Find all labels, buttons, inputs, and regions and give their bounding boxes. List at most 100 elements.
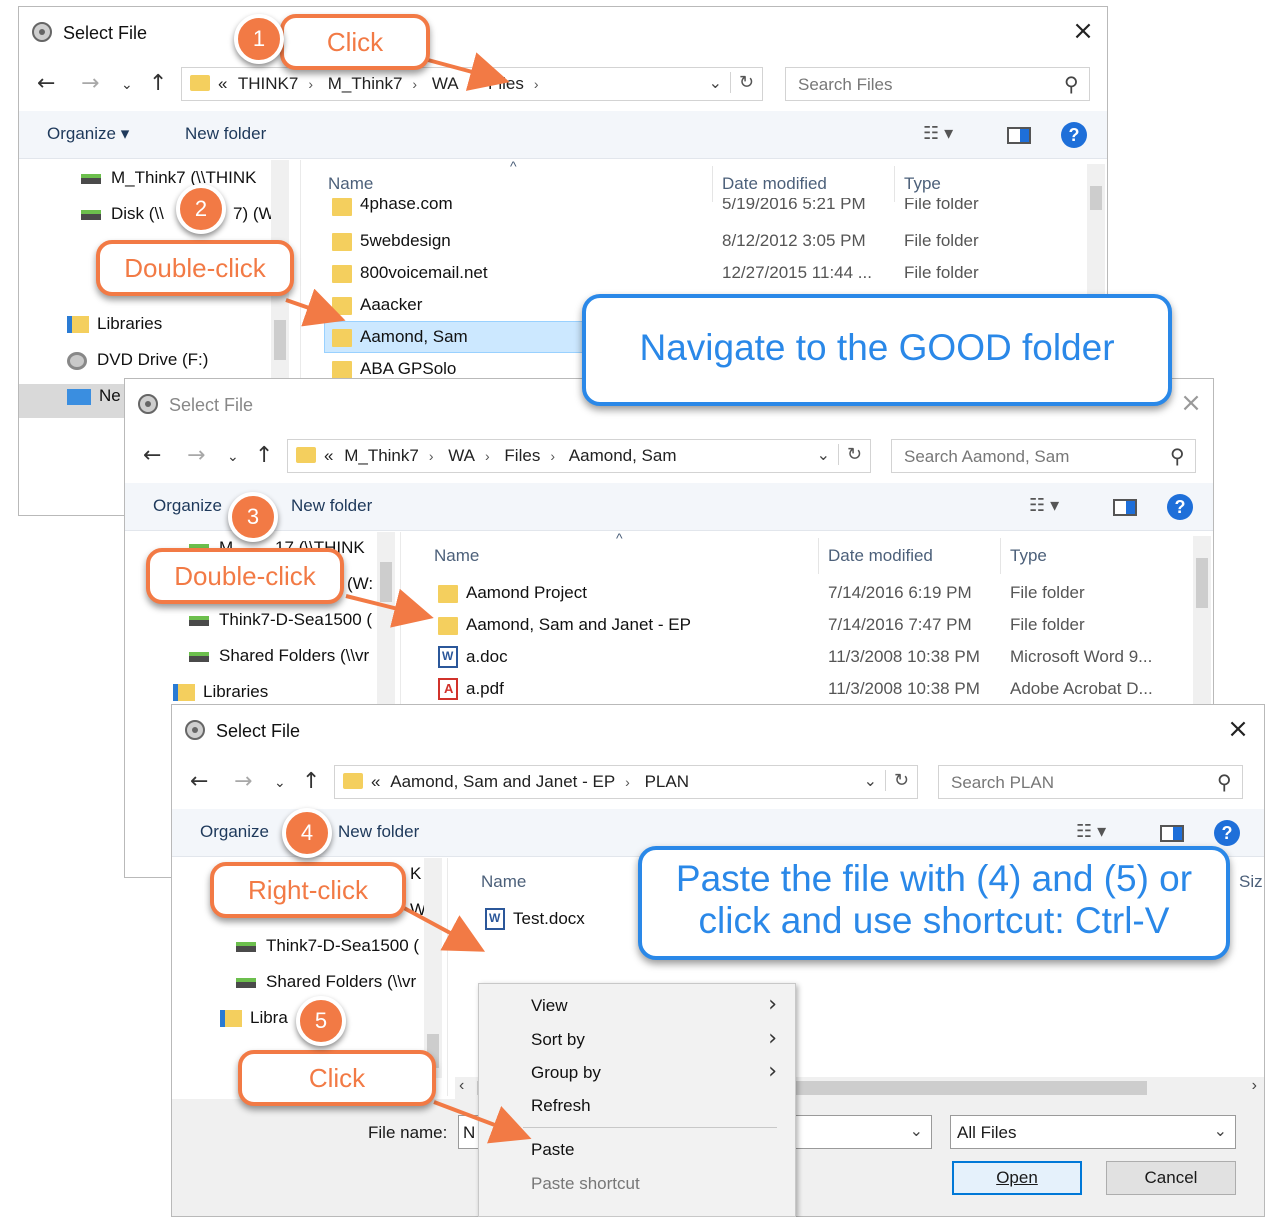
- chevron-down-icon[interactable]: ⌄: [1214, 1121, 1227, 1141]
- file-row-selected[interactable]: Aamond, Sam: [324, 321, 588, 353]
- recent-chevron-icon[interactable]: ⌄: [227, 449, 239, 465]
- forward-arrow-icon[interactable]: →: [81, 71, 99, 96]
- help-icon[interactable]: ?: [1167, 494, 1193, 520]
- scroll-thumb[interactable]: [380, 562, 392, 602]
- chevron-right-icon[interactable]: ›: [550, 448, 555, 464]
- preview-pane-icon[interactable]: [1113, 499, 1137, 516]
- file-type-select[interactable]: All Files ⌄: [950, 1115, 1236, 1149]
- refresh-icon[interactable]: ↻: [729, 72, 754, 93]
- organize-button[interactable]: Organize: [153, 496, 222, 516]
- chevron-right-icon[interactable]: ›: [308, 76, 313, 92]
- breadcrumb-overflow[interactable]: «: [324, 446, 333, 465]
- scroll-thumb[interactable]: [1090, 186, 1102, 210]
- file-row[interactable]: 5webdesign 8/12/2012 3:05 PM File folder: [326, 226, 1086, 256]
- scroll-thumb[interactable]: [1196, 558, 1208, 608]
- address-bar[interactable]: « M_Think7 › WA › Files › Aamond, Sam ⌄ ↻: [287, 439, 871, 473]
- menu-item-group-by[interactable]: Group by: [531, 1063, 601, 1083]
- chevron-right-icon[interactable]: ›: [485, 448, 490, 464]
- search-input[interactable]: Search Files ⚲: [785, 67, 1090, 101]
- nav-item-dvd[interactable]: DVD Drive (F:): [67, 350, 208, 370]
- recent-chevron-icon[interactable]: ⌄: [121, 77, 133, 93]
- scroll-left-icon[interactable]: ‹: [459, 1077, 464, 1095]
- file-row[interactable]: Aamond, Sam and Janet - EP 7/14/2016 7:47…: [432, 610, 1192, 640]
- preview-pane-icon[interactable]: [1160, 825, 1184, 842]
- address-bar[interactable]: « THINK7 › M_Think7 › WA › Files › ⌄ ↻: [181, 67, 763, 101]
- column-header-type[interactable]: Type: [904, 174, 941, 194]
- chevron-right-icon[interactable]: ›: [534, 76, 539, 92]
- nav-item-drive[interactable]: Think7-D-Sea1500 (: [189, 610, 372, 630]
- breadcrumb-item[interactable]: Files: [504, 446, 540, 465]
- nav-item-drive[interactable]: Disk (\\: [81, 204, 164, 224]
- breadcrumb-item[interactable]: WA: [448, 446, 475, 465]
- open-button[interactable]: Open: [952, 1161, 1082, 1195]
- column-divider[interactable]: [1000, 538, 1001, 574]
- nav-item-libraries[interactable]: Libra: [220, 1008, 288, 1028]
- view-options-icon[interactable]: ☷ ▾: [1029, 495, 1059, 516]
- nav-scrollbar[interactable]: [377, 532, 395, 712]
- breadcrumb-item[interactable]: Aamond, Sam: [569, 446, 677, 465]
- breadcrumb-item[interactable]: M_Think7: [344, 446, 419, 465]
- list-scrollbar[interactable]: [1193, 536, 1211, 716]
- file-row[interactable]: 4phase.com 5/19/2016 5:21 PM File folder: [326, 198, 1086, 220]
- view-options-icon[interactable]: ☷ ▾: [923, 123, 953, 144]
- organize-button[interactable]: Organize: [200, 822, 269, 842]
- refresh-icon[interactable]: ↻: [837, 444, 862, 465]
- refresh-icon[interactable]: ↻: [884, 770, 909, 791]
- back-arrow-icon[interactable]: ←: [37, 71, 55, 96]
- close-icon[interactable]: ×: [1069, 17, 1097, 45]
- column-divider[interactable]: [712, 166, 713, 202]
- help-icon[interactable]: ?: [1061, 122, 1087, 148]
- back-arrow-icon[interactable]: ←: [143, 443, 161, 468]
- menu-item-paste[interactable]: Paste: [531, 1140, 574, 1160]
- breadcrumb-item[interactable]: Aamond, Sam and Janet - EP: [390, 772, 615, 791]
- up-arrow-icon[interactable]: ↑: [149, 71, 167, 96]
- back-arrow-icon[interactable]: ←: [190, 769, 208, 794]
- organize-button[interactable]: Organize ▾: [47, 124, 129, 144]
- chevron-right-icon[interactable]: ›: [469, 76, 474, 92]
- close-icon[interactable]: ×: [1177, 389, 1205, 417]
- column-header-date[interactable]: Date modified: [722, 174, 827, 194]
- breadcrumb-item[interactable]: PLAN: [645, 772, 689, 791]
- breadcrumb-item[interactable]: WA: [432, 74, 459, 93]
- chevron-down-icon[interactable]: ⌄: [817, 445, 830, 465]
- cancel-button[interactable]: Cancel: [1106, 1161, 1236, 1195]
- breadcrumb-overflow[interactable]: «: [371, 772, 380, 791]
- column-header-type[interactable]: Type: [1010, 546, 1047, 566]
- close-icon[interactable]: ×: [1224, 715, 1252, 743]
- chevron-down-icon[interactable]: ⌄: [910, 1121, 923, 1141]
- preview-pane-icon[interactable]: [1007, 127, 1031, 144]
- forward-arrow-icon[interactable]: →: [234, 769, 252, 794]
- breadcrumb-item[interactable]: Files: [488, 74, 524, 93]
- nav-item-drive[interactable]: Shared Folders (\\vr: [189, 646, 369, 666]
- column-header-name[interactable]: Name: [434, 546, 479, 566]
- recent-chevron-icon[interactable]: ⌄: [274, 775, 286, 791]
- chevron-down-icon[interactable]: ⌄: [864, 771, 877, 791]
- menu-item-refresh[interactable]: Refresh: [531, 1096, 591, 1116]
- forward-arrow-icon[interactable]: →: [187, 443, 205, 468]
- nav-item-drive[interactable]: Think7-D-Sea1500 (: [236, 936, 419, 956]
- column-header-name[interactable]: Name: [481, 872, 526, 892]
- file-row[interactable]: a.doc11/3/2008 10:38 PMMicrosoft Word 9.…: [432, 642, 1192, 672]
- chevron-right-icon[interactable]: ›: [625, 774, 630, 790]
- breadcrumb-overflow[interactable]: «: [218, 74, 227, 93]
- view-options-icon[interactable]: ☷ ▾: [1076, 821, 1106, 842]
- file-row[interactable]: a.pdf11/3/2008 10:38 PMAdobe Acrobat D..…: [432, 674, 1192, 704]
- help-icon[interactable]: ?: [1214, 820, 1240, 846]
- breadcrumb-item[interactable]: M_Think7: [328, 74, 403, 93]
- menu-item-view[interactable]: View: [531, 996, 568, 1016]
- column-header-size[interactable]: Siz: [1239, 872, 1263, 892]
- column-header-date[interactable]: Date modified: [828, 546, 933, 566]
- up-arrow-icon[interactable]: ↑: [255, 443, 273, 468]
- chevron-right-icon[interactable]: ›: [412, 76, 417, 92]
- up-arrow-icon[interactable]: ↑: [302, 769, 320, 794]
- new-folder-button[interactable]: New folder: [185, 124, 266, 144]
- nav-scrollbar[interactable]: [424, 858, 442, 1078]
- column-divider[interactable]: [818, 538, 819, 574]
- address-bar[interactable]: « Aamond, Sam and Janet - EP › PLAN ⌄ ↻: [334, 765, 918, 799]
- chevron-right-icon[interactable]: ›: [429, 448, 434, 464]
- breadcrumb-item[interactable]: THINK7: [238, 74, 298, 93]
- nav-item-libraries[interactable]: Libraries: [67, 314, 162, 334]
- chevron-down-icon[interactable]: ⌄: [709, 73, 722, 93]
- search-input[interactable]: Search PLAN ⚲: [938, 765, 1243, 799]
- nav-item-drive[interactable]: Shared Folders (\\vr: [236, 972, 416, 992]
